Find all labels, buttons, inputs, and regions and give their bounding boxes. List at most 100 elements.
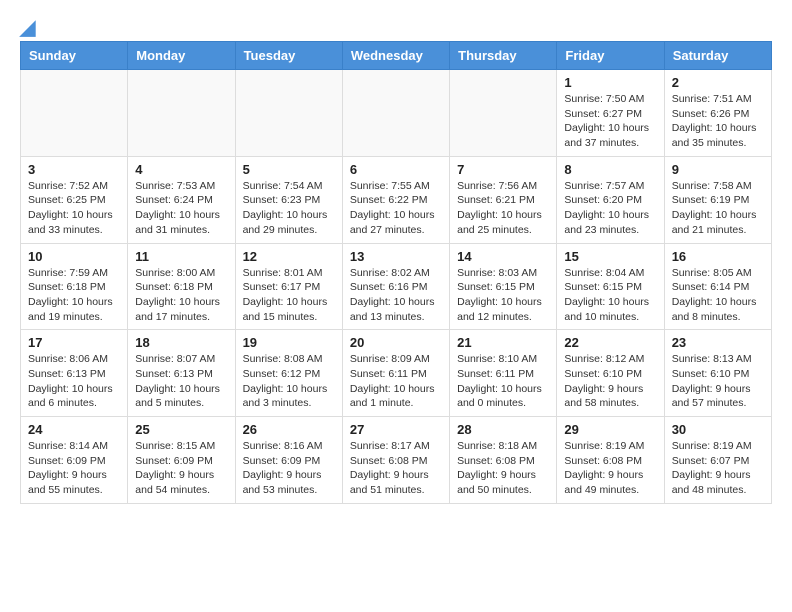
day-info: Sunrise: 8:00 AM Sunset: 6:18 PM Dayligh…: [135, 266, 227, 325]
day-info: Sunrise: 7:51 AM Sunset: 6:26 PM Dayligh…: [672, 92, 764, 151]
day-info: Sunrise: 8:09 AM Sunset: 6:11 PM Dayligh…: [350, 352, 442, 411]
weekday-header: Monday: [128, 42, 235, 70]
day-number: 7: [457, 162, 549, 177]
calendar-cell: 3 Sunrise: 7:52 AM Sunset: 6:25 PM Daylig…: [21, 156, 128, 243]
day-number: 11: [135, 249, 227, 264]
day-info: Sunrise: 8:15 AM Sunset: 6:09 PM Dayligh…: [135, 439, 227, 498]
day-number: 10: [28, 249, 120, 264]
calendar-cell: 19 Sunrise: 8:08 AM Sunset: 6:12 PM Dayli…: [235, 330, 342, 417]
calendar-cell: [128, 70, 235, 157]
calendar-cell: [450, 70, 557, 157]
calendar-cell: 21 Sunrise: 8:10 AM Sunset: 6:11 PM Dayli…: [450, 330, 557, 417]
day-info: Sunrise: 8:17 AM Sunset: 6:08 PM Dayligh…: [350, 439, 442, 498]
calendar-cell: 17 Sunrise: 8:06 AM Sunset: 6:13 PM Dayli…: [21, 330, 128, 417]
day-number: 27: [350, 422, 442, 437]
day-info: Sunrise: 8:07 AM Sunset: 6:13 PM Dayligh…: [135, 352, 227, 411]
weekday-header: Thursday: [450, 42, 557, 70]
day-info: Sunrise: 8:19 AM Sunset: 6:08 PM Dayligh…: [564, 439, 656, 498]
weekday-header: Saturday: [664, 42, 771, 70]
day-info: Sunrise: 7:52 AM Sunset: 6:25 PM Dayligh…: [28, 179, 120, 238]
day-number: 13: [350, 249, 442, 264]
day-number: 24: [28, 422, 120, 437]
day-info: Sunrise: 7:58 AM Sunset: 6:19 PM Dayligh…: [672, 179, 764, 238]
calendar-table: SundayMondayTuesdayWednesdayThursdayFrid…: [20, 41, 772, 504]
calendar-cell: 9 Sunrise: 7:58 AM Sunset: 6:19 PM Daylig…: [664, 156, 771, 243]
day-info: Sunrise: 7:54 AM Sunset: 6:23 PM Dayligh…: [243, 179, 335, 238]
weekday-header: Wednesday: [342, 42, 449, 70]
day-info: Sunrise: 8:10 AM Sunset: 6:11 PM Dayligh…: [457, 352, 549, 411]
day-info: Sunrise: 8:06 AM Sunset: 6:13 PM Dayligh…: [28, 352, 120, 411]
calendar-cell: 14 Sunrise: 8:03 AM Sunset: 6:15 PM Dayli…: [450, 243, 557, 330]
calendar-cell: 28 Sunrise: 8:18 AM Sunset: 6:08 PM Dayli…: [450, 417, 557, 504]
calendar-cell: 20Sunrise: 8:09 AM Sunset: 6:11 PM Dayli…: [342, 330, 449, 417]
day-info: Sunrise: 8:05 AM Sunset: 6:14 PM Dayligh…: [672, 266, 764, 325]
calendar-cell: 5 Sunrise: 7:54 AM Sunset: 6:23 PM Daylig…: [235, 156, 342, 243]
calendar-cell: 2 Sunrise: 7:51 AM Sunset: 6:26 PM Daylig…: [664, 70, 771, 157]
day-number: 22: [564, 335, 656, 350]
calendar-cell: 22 Sunrise: 8:12 AM Sunset: 6:10 PM Dayli…: [557, 330, 664, 417]
day-number: 4: [135, 162, 227, 177]
day-number: 9: [672, 162, 764, 177]
calendar-cell: 1 Sunrise: 7:50 AM Sunset: 6:27 PM Daylig…: [557, 70, 664, 157]
logo-text: ◢: [20, 15, 35, 40]
weekday-header: Friday: [557, 42, 664, 70]
calendar-week-row: 24Sunrise: 8:14 AM Sunset: 6:09 PM Dayli…: [21, 417, 772, 504]
calendar-cell: 29 Sunrise: 8:19 AM Sunset: 6:08 PM Dayli…: [557, 417, 664, 504]
calendar-cell: 10Sunrise: 7:59 AM Sunset: 6:18 PM Dayli…: [21, 243, 128, 330]
day-info: Sunrise: 8:02 AM Sunset: 6:16 PM Dayligh…: [350, 266, 442, 325]
day-number: 1: [564, 75, 656, 90]
day-info: Sunrise: 8:19 AM Sunset: 6:07 PM Dayligh…: [672, 439, 764, 498]
calendar-cell: 30 Sunrise: 8:19 AM Sunset: 6:07 PM Dayli…: [664, 417, 771, 504]
day-info: Sunrise: 7:57 AM Sunset: 6:20 PM Dayligh…: [564, 179, 656, 238]
calendar-cell: [342, 70, 449, 157]
day-info: Sunrise: 7:53 AM Sunset: 6:24 PM Dayligh…: [135, 179, 227, 238]
day-number: 26: [243, 422, 335, 437]
day-info: Sunrise: 8:16 AM Sunset: 6:09 PM Dayligh…: [243, 439, 335, 498]
day-number: 16: [672, 249, 764, 264]
day-info: Sunrise: 8:13 AM Sunset: 6:10 PM Dayligh…: [672, 352, 764, 411]
calendar-body: 1 Sunrise: 7:50 AM Sunset: 6:27 PM Daylig…: [21, 70, 772, 504]
day-info: Sunrise: 7:55 AM Sunset: 6:22 PM Dayligh…: [350, 179, 442, 238]
calendar-week-row: 1 Sunrise: 7:50 AM Sunset: 6:27 PM Daylig…: [21, 70, 772, 157]
calendar-cell: 24Sunrise: 8:14 AM Sunset: 6:09 PM Dayli…: [21, 417, 128, 504]
day-number: 14: [457, 249, 549, 264]
calendar-cell: 8 Sunrise: 7:57 AM Sunset: 6:20 PM Daylig…: [557, 156, 664, 243]
day-number: 3: [28, 162, 120, 177]
calendar-header-row: SundayMondayTuesdayWednesdayThursdayFrid…: [21, 42, 772, 70]
calendar-cell: 26 Sunrise: 8:16 AM Sunset: 6:09 PM Dayli…: [235, 417, 342, 504]
calendar-cell: 15 Sunrise: 8:04 AM Sunset: 6:15 PM Dayli…: [557, 243, 664, 330]
day-number: 5: [243, 162, 335, 177]
calendar-container: SundayMondayTuesdayWednesdayThursdayFrid…: [0, 41, 792, 514]
day-info: Sunrise: 8:18 AM Sunset: 6:08 PM Dayligh…: [457, 439, 549, 498]
day-number: 28: [457, 422, 549, 437]
day-info: Sunrise: 8:04 AM Sunset: 6:15 PM Dayligh…: [564, 266, 656, 325]
day-number: 6: [350, 162, 442, 177]
day-number: 30: [672, 422, 764, 437]
day-number: 25: [135, 422, 227, 437]
calendar-cell: 25 Sunrise: 8:15 AM Sunset: 6:09 PM Dayli…: [128, 417, 235, 504]
day-info: Sunrise: 8:12 AM Sunset: 6:10 PM Dayligh…: [564, 352, 656, 411]
day-number: 2: [672, 75, 764, 90]
calendar-week-row: 17 Sunrise: 8:06 AM Sunset: 6:13 PM Dayli…: [21, 330, 772, 417]
calendar-cell: 6 Sunrise: 7:55 AM Sunset: 6:22 PM Daylig…: [342, 156, 449, 243]
day-number: 18: [135, 335, 227, 350]
calendar-cell: 27 Sunrise: 8:17 AM Sunset: 6:08 PM Dayli…: [342, 417, 449, 504]
day-number: 21: [457, 335, 549, 350]
day-number: 17: [28, 335, 120, 350]
calendar-cell: 11 Sunrise: 8:00 AM Sunset: 6:18 PM Dayli…: [128, 243, 235, 330]
day-number: 8: [564, 162, 656, 177]
calendar-week-row: 3 Sunrise: 7:52 AM Sunset: 6:25 PM Daylig…: [21, 156, 772, 243]
day-number: 15: [564, 249, 656, 264]
day-info: Sunrise: 7:50 AM Sunset: 6:27 PM Dayligh…: [564, 92, 656, 151]
day-number: 23: [672, 335, 764, 350]
day-info: Sunrise: 8:08 AM Sunset: 6:12 PM Dayligh…: [243, 352, 335, 411]
day-number: 29: [564, 422, 656, 437]
weekday-header: Tuesday: [235, 42, 342, 70]
calendar-cell: 18 Sunrise: 8:07 AM Sunset: 6:13 PM Dayli…: [128, 330, 235, 417]
day-info: Sunrise: 8:03 AM Sunset: 6:15 PM Dayligh…: [457, 266, 549, 325]
page-header: ◢: [0, 0, 792, 41]
calendar-cell: 4 Sunrise: 7:53 AM Sunset: 6:24 PM Daylig…: [128, 156, 235, 243]
day-info: Sunrise: 8:01 AM Sunset: 6:17 PM Dayligh…: [243, 266, 335, 325]
day-number: 19: [243, 335, 335, 350]
logo: ◢: [20, 15, 35, 36]
